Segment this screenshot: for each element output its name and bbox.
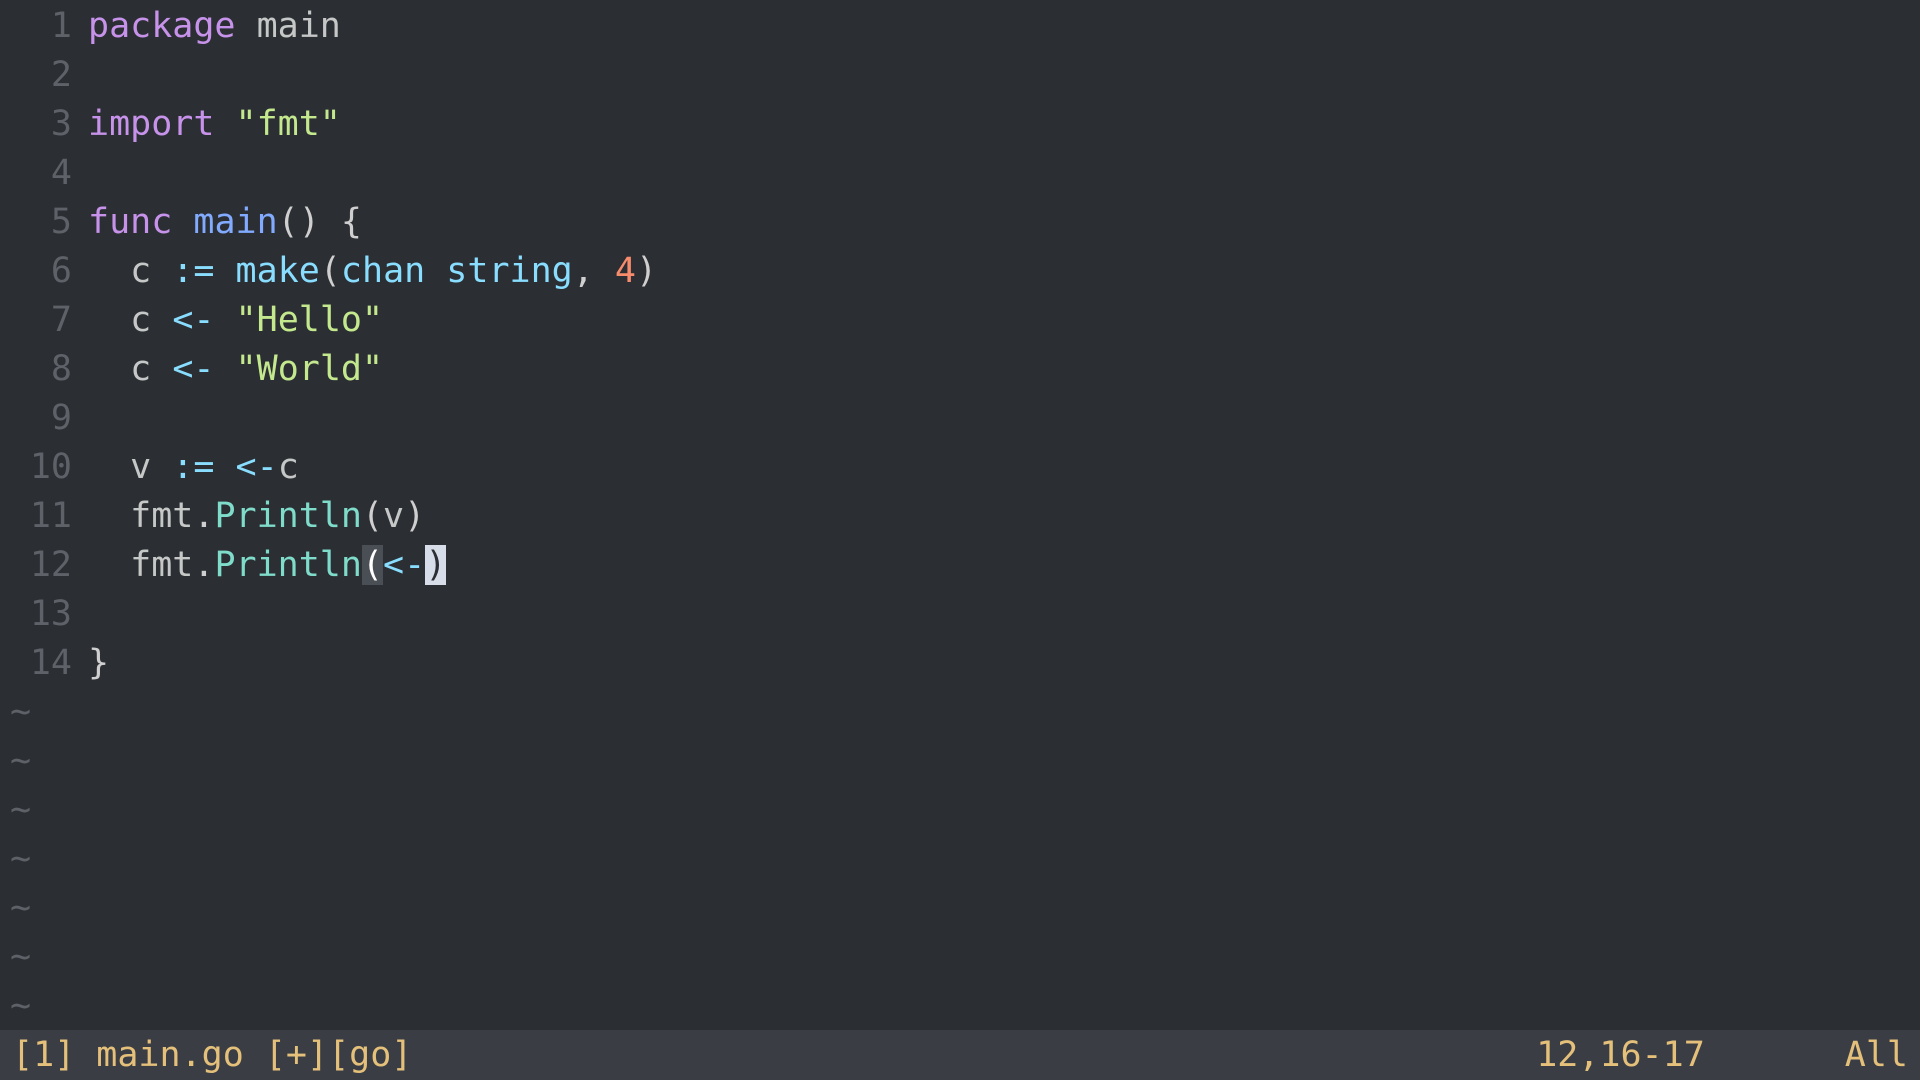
line-number: 14 — [0, 639, 88, 688]
code-content[interactable]: import "fmt" — [88, 100, 1920, 149]
code-line[interactable]: 14} — [0, 639, 1920, 688]
code-content[interactable] — [88, 149, 1920, 198]
code-content[interactable]: func main() { — [88, 198, 1920, 247]
code-line[interactable]: 2 — [0, 51, 1920, 100]
code-editor[interactable]: 1package main23import "fmt"45func main()… — [0, 0, 1920, 1030]
empty-line-marker: ~ — [0, 786, 1920, 835]
status-file: [1] main.go [+][go] — [12, 1031, 412, 1080]
code-line[interactable]: 6 c := make(chan string, 4) — [0, 247, 1920, 296]
code-content[interactable]: c <- "Hello" — [88, 296, 1920, 345]
line-number: 10 — [0, 443, 88, 492]
empty-line-marker: ~ — [0, 933, 1920, 982]
code-content[interactable]: package main — [88, 2, 1920, 51]
status-scroll: All — [1845, 1031, 1908, 1080]
status-position: 12,16-17 — [1536, 1031, 1845, 1080]
line-number: 8 — [0, 345, 88, 394]
code-line[interactable]: 13 — [0, 590, 1920, 639]
code-content[interactable]: fmt.Println(v) — [88, 492, 1920, 541]
line-number: 11 — [0, 492, 88, 541]
code-line[interactable]: 1package main — [0, 2, 1920, 51]
code-line[interactable]: 7 c <- "Hello" — [0, 296, 1920, 345]
code-content[interactable]: fmt.Println(<-) — [88, 541, 1920, 590]
line-number: 12 — [0, 541, 88, 590]
code-content[interactable] — [88, 590, 1920, 639]
line-number: 13 — [0, 590, 88, 639]
line-number: 3 — [0, 100, 88, 149]
code-content[interactable] — [88, 394, 1920, 443]
code-content[interactable]: v := <-c — [88, 443, 1920, 492]
line-number: 2 — [0, 51, 88, 100]
empty-line-marker: ~ — [0, 737, 1920, 786]
code-line[interactable]: 10 v := <-c — [0, 443, 1920, 492]
line-number: 1 — [0, 2, 88, 51]
code-line[interactable]: 8 c <- "World" — [0, 345, 1920, 394]
empty-line-marker: ~ — [0, 688, 1920, 737]
line-number: 6 — [0, 247, 88, 296]
line-number: 7 — [0, 296, 88, 345]
code-content[interactable]: c := make(chan string, 4) — [88, 247, 1920, 296]
code-line[interactable]: 4 — [0, 149, 1920, 198]
line-number: 4 — [0, 149, 88, 198]
empty-line-marker: ~ — [0, 884, 1920, 933]
code-line[interactable]: 11 fmt.Println(v) — [0, 492, 1920, 541]
empty-line-marker: ~ — [0, 835, 1920, 884]
code-line[interactable]: 12 fmt.Println(<-) — [0, 541, 1920, 590]
line-number: 5 — [0, 198, 88, 247]
code-content[interactable]: c <- "World" — [88, 345, 1920, 394]
code-line[interactable]: 3import "fmt" — [0, 100, 1920, 149]
empty-line-marker: ~ — [0, 982, 1920, 1031]
line-number: 9 — [0, 394, 88, 443]
code-content[interactable]: } — [88, 639, 1920, 688]
code-line[interactable]: 5func main() { — [0, 198, 1920, 247]
code-content[interactable] — [88, 51, 1920, 100]
status-bar: [1] main.go [+][go] 12,16-17 All — [0, 1030, 1920, 1080]
code-line[interactable]: 9 — [0, 394, 1920, 443]
